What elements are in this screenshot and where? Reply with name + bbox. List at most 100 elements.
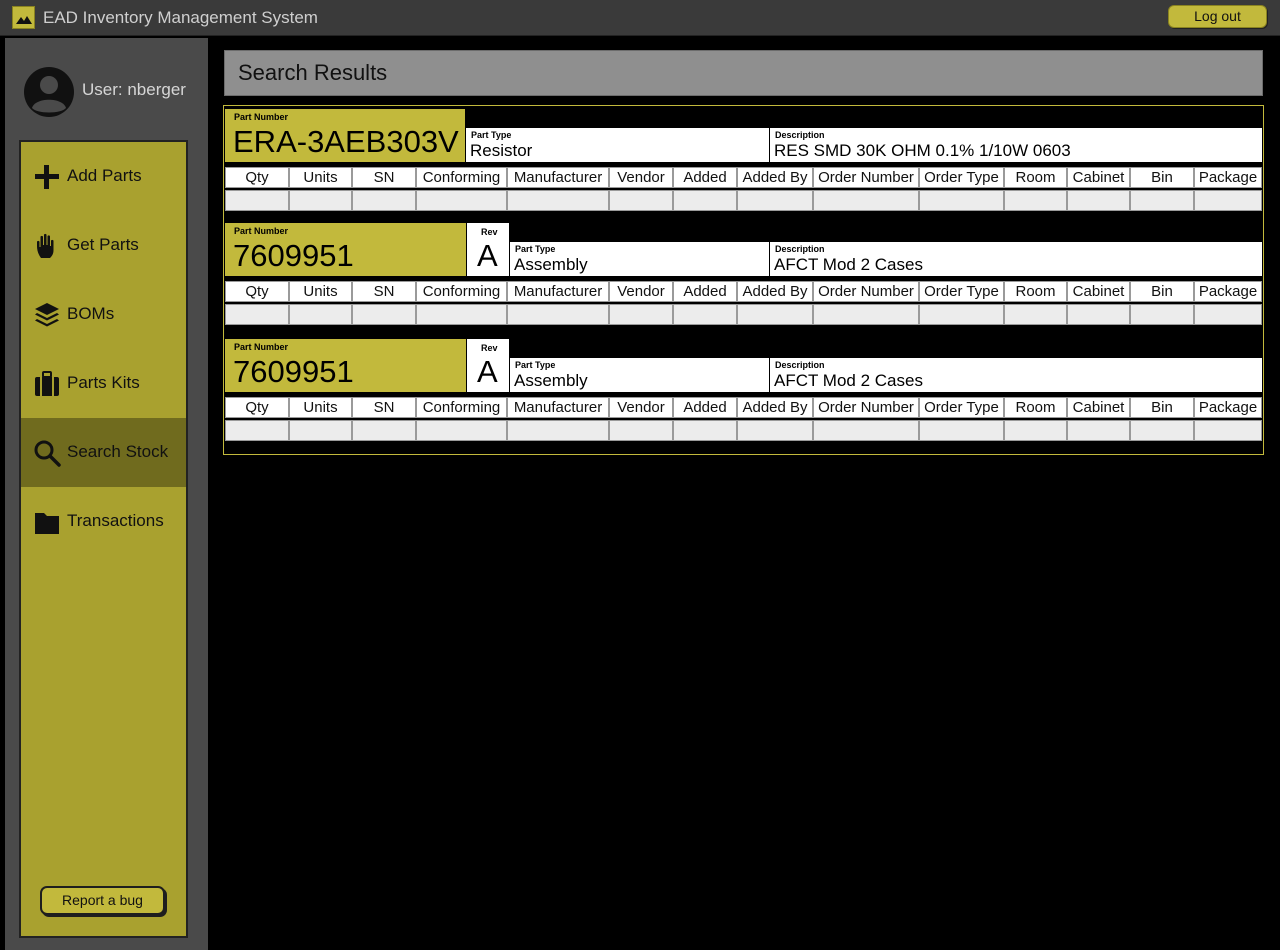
- column-header[interactable]: Qty: [225, 281, 289, 302]
- rev-box: Rev A: [467, 339, 509, 392]
- column: Added: [673, 167, 737, 211]
- description-box: Description AFCT Mod 2 Cases: [770, 242, 1262, 276]
- column: Qty: [225, 397, 289, 441]
- column-header[interactable]: Package: [1194, 397, 1262, 418]
- column-header[interactable]: Order Number: [813, 167, 919, 188]
- table-cell: [416, 304, 507, 325]
- column-header[interactable]: Added: [673, 281, 737, 302]
- column-header[interactable]: SN: [352, 281, 416, 302]
- user-avatar-icon: [24, 67, 74, 117]
- table-cell: [1004, 420, 1067, 441]
- column-header[interactable]: Conforming: [416, 167, 507, 188]
- column-header[interactable]: Bin: [1130, 397, 1194, 418]
- column-header[interactable]: Bin: [1130, 167, 1194, 188]
- result-card[interactable]: Part Number 7609951 Rev A Part Type Asse…: [225, 339, 1262, 443]
- table-cell: [1004, 190, 1067, 211]
- stock-table: Qty Units SN Conforming Manufacturer Vendor Ad…: [225, 397, 1262, 441]
- column: Added By: [737, 281, 813, 325]
- description-caption: Description: [775, 244, 825, 254]
- result-card[interactable]: Part Number ERA-3AEB303V Part Type Resis…: [225, 109, 1262, 213]
- nav-item-transactions[interactable]: Transactions: [21, 487, 186, 556]
- column-header[interactable]: Added By: [737, 281, 813, 302]
- report-bug-button[interactable]: Report a bug: [40, 886, 165, 915]
- column-header[interactable]: Order Type: [919, 167, 1004, 188]
- result-card[interactable]: Part Number 7609951 Rev A Part Type Asse…: [225, 223, 1262, 327]
- table-cell: [919, 190, 1004, 211]
- part-type-caption: Part Type: [515, 244, 556, 254]
- column-header[interactable]: Order Type: [919, 397, 1004, 418]
- column-header[interactable]: Added: [673, 397, 737, 418]
- description-box: Description RES SMD 30K OHM 0.1% 1/10W 0…: [770, 128, 1262, 162]
- nav-label: Get Parts: [67, 235, 139, 254]
- column-header[interactable]: Conforming: [416, 281, 507, 302]
- column-header[interactable]: Vendor: [609, 167, 673, 188]
- column: Units: [289, 167, 352, 211]
- column-header[interactable]: Manufacturer: [507, 397, 609, 418]
- part-number-caption: Part Number: [234, 342, 289, 352]
- column-header[interactable]: Order Type: [919, 281, 1004, 302]
- column-header[interactable]: Package: [1194, 167, 1262, 188]
- description: AFCT Mod 2 Cases: [774, 371, 923, 390]
- table-cell: [416, 420, 507, 441]
- column: Manufacturer: [507, 281, 609, 325]
- column-header[interactable]: Vendor: [609, 397, 673, 418]
- column-header[interactable]: Units: [289, 167, 352, 188]
- table-cell: [1194, 304, 1262, 325]
- column-header[interactable]: Order Number: [813, 397, 919, 418]
- column-header[interactable]: Cabinet: [1067, 397, 1130, 418]
- column: Package: [1194, 397, 1262, 441]
- part-type-box: Part Type Resistor: [466, 128, 770, 162]
- part-number[interactable]: 7609951: [233, 354, 354, 390]
- user-block: User: nberger: [23, 66, 203, 120]
- column-header[interactable]: Manufacturer: [507, 167, 609, 188]
- hand-icon: [37, 233, 54, 258]
- part-number[interactable]: ERA-3AEB303V: [233, 124, 459, 160]
- column-header[interactable]: Conforming: [416, 397, 507, 418]
- column-header[interactable]: Vendor: [609, 281, 673, 302]
- column-header[interactable]: SN: [352, 397, 416, 418]
- part-type: Assembly: [514, 371, 588, 390]
- column-header[interactable]: Bin: [1130, 281, 1194, 302]
- column-header[interactable]: Room: [1004, 397, 1067, 418]
- table-cell: [673, 304, 737, 325]
- column-header[interactable]: Qty: [225, 397, 289, 418]
- part-number[interactable]: 7609951: [233, 238, 354, 274]
- column-header[interactable]: Units: [289, 281, 352, 302]
- rev: A: [477, 238, 498, 273]
- table-cell: [1067, 420, 1130, 441]
- column: Order Number: [813, 167, 919, 211]
- column-header[interactable]: Added By: [737, 167, 813, 188]
- column-header[interactable]: Room: [1004, 167, 1067, 188]
- column-header[interactable]: Room: [1004, 281, 1067, 302]
- column: Room: [1004, 281, 1067, 325]
- column-header[interactable]: Manufacturer: [507, 281, 609, 302]
- part-type: Assembly: [514, 255, 588, 274]
- column-header[interactable]: SN: [352, 167, 416, 188]
- column-header[interactable]: Cabinet: [1067, 281, 1130, 302]
- page-title: Search Results: [238, 60, 388, 85]
- column-header[interactable]: Added: [673, 167, 737, 188]
- table-cell: [609, 304, 673, 325]
- table-cell: [813, 304, 919, 325]
- logout-button[interactable]: Log out: [1168, 5, 1267, 28]
- column-header[interactable]: Units: [289, 397, 352, 418]
- part-number-caption: Part Number: [234, 226, 289, 236]
- nav-item-boms[interactable]: BOMs: [21, 280, 186, 349]
- nav-item-search-stock[interactable]: Search Stock: [21, 418, 186, 487]
- column: Added: [673, 281, 737, 325]
- column-header[interactable]: Qty: [225, 167, 289, 188]
- table-cell: [1130, 420, 1194, 441]
- column-header[interactable]: Cabinet: [1067, 167, 1130, 188]
- nav-item-get-parts[interactable]: Get Parts: [21, 211, 186, 280]
- nav-item-parts-kits[interactable]: Parts Kits: [21, 349, 186, 418]
- table-cell: [289, 420, 352, 441]
- column-header[interactable]: Added By: [737, 397, 813, 418]
- app-logo-icon: [12, 6, 35, 29]
- nav-item-add-parts[interactable]: Add Parts: [21, 142, 186, 211]
- column-header[interactable]: Order Number: [813, 281, 919, 302]
- column: Order Type: [919, 281, 1004, 325]
- column: Conforming: [416, 281, 507, 325]
- table-cell: [225, 304, 289, 325]
- column-header[interactable]: Package: [1194, 281, 1262, 302]
- stock-table: Qty Units SN Conforming Manufacturer Vendor Ad…: [225, 167, 1262, 211]
